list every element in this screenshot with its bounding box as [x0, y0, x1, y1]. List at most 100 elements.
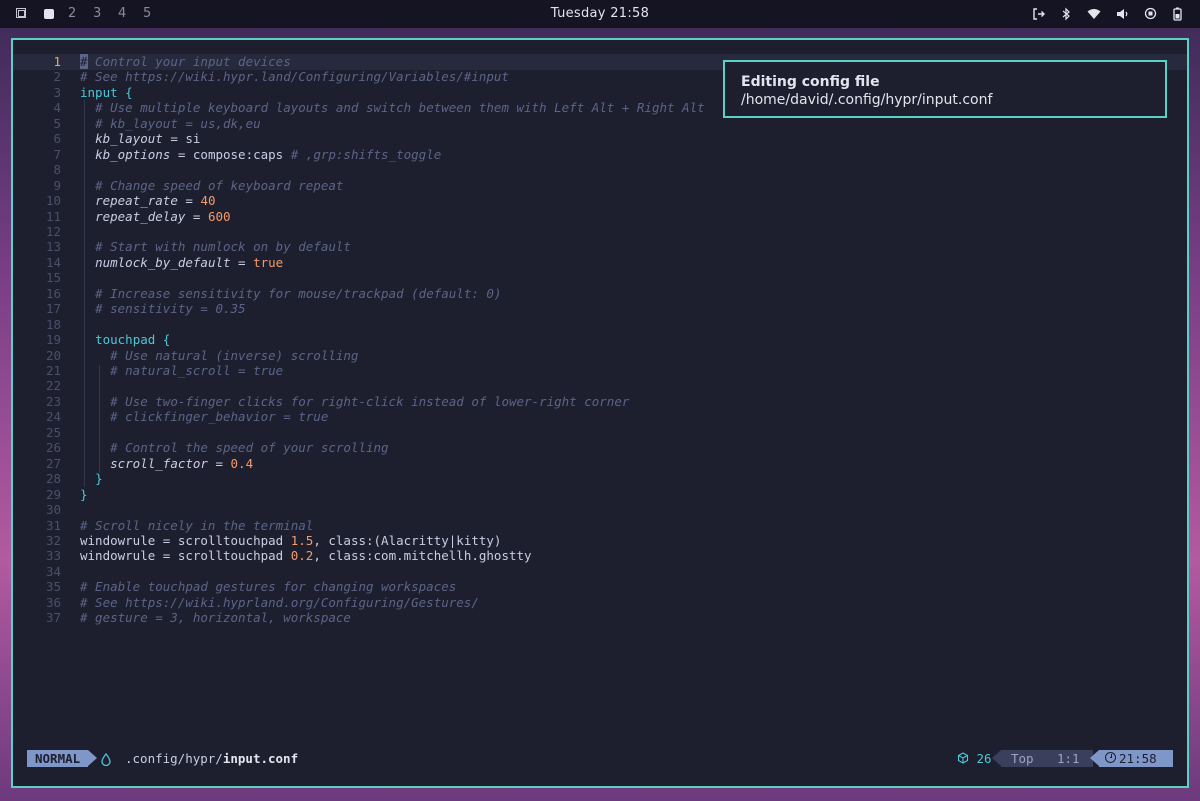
package-count-value: 26	[976, 751, 992, 766]
code-line[interactable]: 9 # Change speed of keyboard repeat	[13, 178, 1187, 194]
code-line[interactable]: 37 # gesture = 3, horizontal, workspace	[13, 610, 1187, 626]
line-text: # Scroll nicely in the terminal	[80, 517, 314, 533]
code-line[interactable]: 12	[13, 224, 1187, 240]
line-number: 28	[45, 471, 61, 487]
line-number: 24	[45, 409, 61, 425]
line-text: # kb_layout = us,dk,eu	[95, 115, 261, 131]
code-line[interactable]: 23 # Use two-finger clicks for right-cli…	[13, 394, 1187, 410]
line-number: 7	[53, 146, 61, 162]
line-number: 9	[53, 177, 61, 193]
line-text: # natural_scroll = true	[110, 363, 284, 378]
code-line[interactable]: 18	[13, 317, 1187, 333]
code-line[interactable]: 13 # Start with numlock on by default	[13, 239, 1187, 255]
line-number: 32	[45, 532, 61, 548]
code-line[interactable]: 16 # Increase sensitivity for mouse/trac…	[13, 286, 1187, 302]
code-line[interactable]: 29}	[13, 487, 1187, 503]
line-text: # Control your input devices	[80, 54, 291, 69]
line-text: # See https://wiki.hyprland.org/Configur…	[80, 594, 479, 610]
code-line[interactable]: 20 # Use natural (inverse) scrolling	[13, 348, 1187, 364]
line-number: 22	[45, 378, 61, 394]
volume-icon[interactable]	[1115, 0, 1131, 28]
line-number: 11	[45, 208, 61, 224]
line-text: scroll_factor = 0.4	[110, 455, 254, 471]
notification-popup[interactable]: Editing config file /home/david/.config/…	[723, 60, 1167, 118]
code-line[interactable]: 32 windowrule = scrolltouchpad 1.5, class…	[13, 533, 1187, 549]
line-number: 25	[45, 424, 61, 440]
notification-title: Editing config file	[741, 74, 880, 90]
bluetooth-icon[interactable]	[1058, 0, 1074, 28]
code-line[interactable]: 22	[13, 378, 1187, 394]
cpu-icon[interactable]	[1142, 0, 1158, 28]
cursor-position: 1:1	[1057, 751, 1080, 766]
topbar-clock[interactable]: Tuesday 21:58	[0, 0, 1200, 28]
line-text: repeat_rate = 40	[95, 193, 216, 209]
workspace-4[interactable]: 4	[118, 0, 126, 28]
code-line[interactable]: 30	[13, 502, 1187, 518]
code-line[interactable]: 31 # Scroll nicely in the terminal	[13, 518, 1187, 534]
line-text: touchpad {	[95, 332, 171, 348]
code-line[interactable]: 15	[13, 270, 1187, 286]
workspace-3[interactable]: 3	[93, 0, 101, 28]
code-line[interactable]: 21 # natural_scroll = true	[13, 363, 1187, 379]
line-text: windowrule = scrolltouchpad 0.2, class:c…	[80, 548, 532, 564]
line-number: 35	[45, 579, 61, 595]
code-line[interactable]: 26 # Control the speed of your scrolling	[13, 440, 1187, 456]
code-line[interactable]: 34	[13, 564, 1187, 580]
line-text: # Enable touchpad gestures for changing …	[80, 579, 457, 595]
line-number: 33	[45, 548, 61, 564]
line-text: # Use multiple keyboard layouts and swit…	[95, 100, 705, 116]
line-text: # Use two-finger clicks for right-click …	[110, 393, 630, 409]
file-icon	[101, 750, 111, 767]
line-number: 36	[45, 594, 61, 610]
workspace-1-indicator[interactable]	[44, 9, 54, 19]
time-block: 21:58	[1090, 750, 1173, 767]
package-count: 26	[957, 750, 992, 767]
code-line[interactable]: 17 # sensitivity = 0.35	[13, 301, 1187, 317]
code-line[interactable]: 7 kb_options = compose:caps # ,grp:shift…	[13, 147, 1187, 163]
code-line[interactable]: 5 # kb_layout = us,dk,eu	[13, 116, 1187, 132]
code-line[interactable]: 28 }	[13, 471, 1187, 487]
code-line[interactable]: 24 # clickfinger_behavior = true	[13, 409, 1187, 425]
code-line[interactable]: 33 windowrule = scrolltouchpad 0.2, class…	[13, 548, 1187, 564]
line-number: 5	[53, 115, 61, 131]
line-number: 19	[45, 332, 61, 348]
code-line[interactable]: 36 # See https://wiki.hyprland.org/Config…	[13, 595, 1187, 611]
line-text: numlock_by_default = true	[95, 254, 284, 270]
line-number: 13	[45, 239, 61, 255]
code-line[interactable]: 19 touchpad {	[13, 332, 1187, 348]
line-text: kb_options = compose:caps # ,grp:shifts_…	[95, 146, 442, 162]
line-number: 14	[45, 254, 61, 270]
line-number: 2	[53, 69, 61, 85]
code-line[interactable]: 35 # Enable touchpad gestures for changin…	[13, 579, 1187, 595]
line-number: 23	[45, 393, 61, 409]
workspace-5[interactable]: 5	[143, 0, 151, 28]
wifi-icon[interactable]	[1086, 0, 1102, 28]
line-text: # Change speed of keyboard repeat	[95, 177, 344, 193]
code-line[interactable]: 14 numlock_by_default = true	[13, 255, 1187, 271]
code-line[interactable]: 27 scroll_factor = 0.4	[13, 456, 1187, 472]
code-line[interactable]: 11 repeat_delay = 600	[13, 209, 1187, 225]
scroll-position: Top	[1011, 751, 1034, 766]
line-text: }	[80, 486, 88, 502]
code-line[interactable]: 6 kb_layout = si	[13, 131, 1187, 147]
battery-icon[interactable]	[1170, 0, 1186, 28]
line-number: 27	[45, 455, 61, 471]
mode-indicator: NORMAL	[27, 750, 98, 767]
code-editor[interactable]: 1 # Control your input devices 2 # See http…	[13, 54, 1187, 754]
line-number: 29	[45, 486, 61, 502]
line-text: windowrule = scrolltouchpad 1.5, class:(…	[80, 532, 502, 548]
code-line[interactable]: 8	[13, 162, 1187, 178]
line-text: # Control the speed of your scrolling	[110, 440, 389, 456]
top-bar: 2 3 4 5 Tuesday 21:58	[0, 0, 1200, 28]
logout-icon[interactable]	[1031, 0, 1047, 28]
line-number: 17	[45, 301, 61, 317]
code-line[interactable]: 10 repeat_rate = 40	[13, 193, 1187, 209]
line-number: 4	[53, 100, 61, 116]
terminal-window[interactable]: 1 # Control your input devices 2 # See http…	[11, 38, 1189, 788]
line-number: 15	[45, 270, 61, 286]
workspace-2[interactable]: 2	[68, 0, 76, 28]
line-number: 30	[45, 502, 61, 518]
code-line[interactable]: 25	[13, 425, 1187, 441]
statusline-time: 21:58	[1119, 751, 1157, 766]
app-launcher-icon[interactable]	[16, 8, 26, 18]
